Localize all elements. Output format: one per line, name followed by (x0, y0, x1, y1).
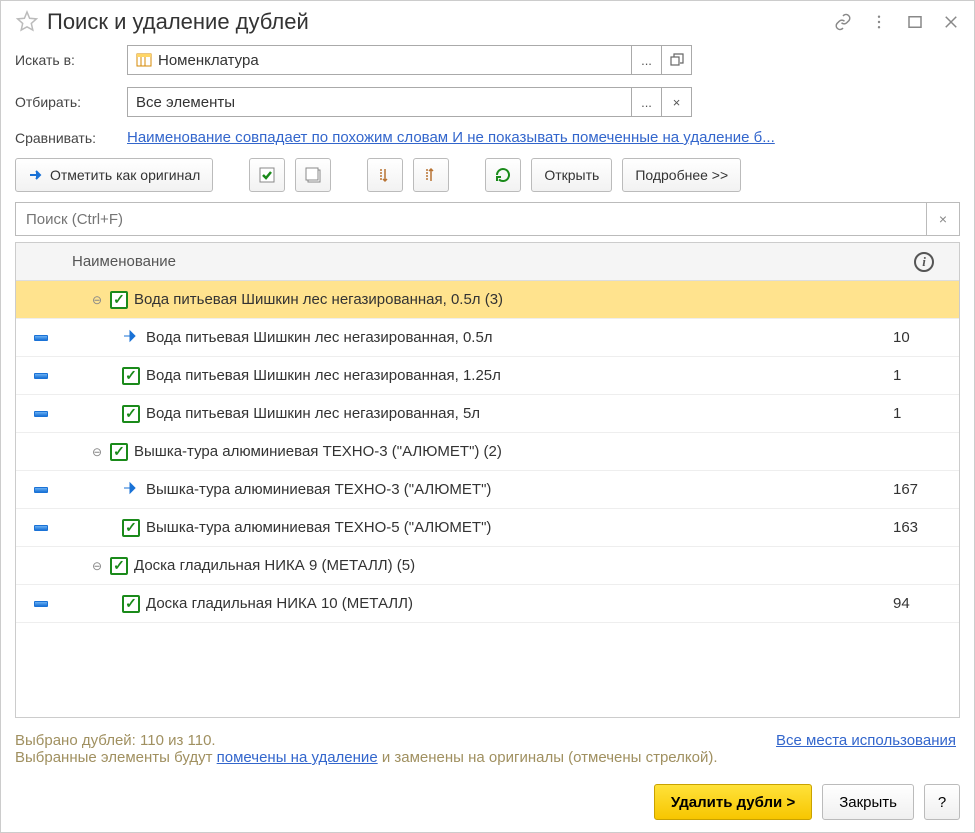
row-text: Вода питьевая Шишкин лес негазированная,… (146, 367, 501, 384)
column-header-name[interactable]: Наименование (66, 253, 889, 270)
column-header-info: i (889, 252, 959, 272)
compare-label: Сравнивать: (15, 130, 127, 146)
search-in-label: Искать в: (15, 52, 127, 68)
search-in-select-button[interactable]: ... (632, 45, 662, 75)
open-button[interactable]: Открыть (531, 158, 612, 192)
uncheck-all-button[interactable] (295, 158, 331, 192)
original-arrow-icon (122, 327, 140, 349)
row-checkbox[interactable]: ✓ (110, 443, 128, 461)
row-text: Вода питьевая Шишкин лес негазированная,… (146, 405, 480, 422)
row-text: Доска гладильная НИКА 10 (МЕТАЛЛ) (146, 595, 413, 612)
row-text: Доска гладильная НИКА 9 (МЕТАЛЛ) (5) (134, 557, 415, 574)
uncheck-all-icon (304, 166, 322, 184)
expand-toggle-icon[interactable]: ⊖ (90, 445, 104, 459)
refresh-button[interactable] (485, 158, 521, 192)
check-all-button[interactable] (249, 158, 285, 192)
row-mark-icon (34, 601, 48, 607)
arrow-right-icon (28, 167, 44, 183)
row-checkbox[interactable]: ✓ (110, 557, 128, 575)
close-button[interactable]: Закрыть (822, 784, 914, 820)
check-all-icon (258, 166, 276, 184)
table-row[interactable]: ⊖ ✓ Вышка-тура алюминиевая ТЕХНО-3 ("АЛЮМЕ… (16, 433, 959, 471)
mark-as-original-button[interactable]: Отметить как оригинал (15, 158, 213, 192)
close-icon[interactable] (942, 13, 960, 31)
row-value: 94 (889, 595, 959, 612)
row-checkbox[interactable]: ✓ (110, 291, 128, 309)
table-row[interactable]: Вышка-тура алюминиевая ТЕХНО-3 ("АЛЮМЕТ"… (16, 471, 959, 509)
duplicates-table[interactable]: Наименование i ⊖ ✓ Вода питьевая Шишкин ле… (16, 243, 959, 717)
info-icon: i (914, 252, 934, 272)
expand-toggle-icon[interactable]: ⊖ (90, 559, 104, 573)
all-usages-link[interactable]: Все места использования (776, 732, 956, 749)
row-checkbox[interactable]: ✓ (122, 405, 140, 423)
filter-label: Отбирать: (15, 94, 127, 110)
footer-desc-1: Выбранные элементы будут (15, 749, 217, 766)
filter-select-button[interactable]: ... (632, 87, 662, 117)
expand-all-icon (377, 167, 393, 183)
row-value: 163 (889, 519, 959, 536)
row-checkbox[interactable]: ✓ (122, 519, 140, 537)
row-value: 10 (889, 329, 959, 346)
refresh-icon (494, 166, 512, 184)
table-row[interactable]: Вода питьевая Шишкин лес негазированная,… (16, 319, 959, 357)
help-button[interactable]: ? (924, 784, 960, 820)
row-value: 167 (889, 481, 959, 498)
row-text: Вышка-тура алюминиевая ТЕХНО-5 ("АЛЮМЕТ"… (146, 519, 491, 536)
row-mark-icon (34, 487, 48, 493)
table-row[interactable]: ✓ Вышка-тура алюминиевая ТЕХНО-5 ("АЛЮМЕТ… (16, 509, 959, 547)
table-row[interactable]: ✓ Вода питьевая Шишкин лес негазированная… (16, 395, 959, 433)
table-row[interactable]: ✓ Доска гладильная НИКА 10 (МЕТАЛЛ) 94 (16, 585, 959, 623)
delete-duplicates-button[interactable]: Удалить дубли > (654, 784, 812, 820)
expand-all-button[interactable] (367, 158, 403, 192)
row-mark-icon (34, 373, 48, 379)
collapse-all-icon (423, 167, 439, 183)
row-mark-icon (34, 525, 48, 531)
row-value: 1 (889, 405, 959, 422)
row-checkbox[interactable]: ✓ (122, 367, 140, 385)
row-mark-icon (34, 411, 48, 417)
table-row[interactable]: ⊖ ✓ Доска гладильная НИКА 9 (МЕТАЛЛ) (5) (16, 547, 959, 585)
table-row[interactable]: ✓ Вода питьевая Шишкин лес негазированная… (16, 357, 959, 395)
favorite-star-icon[interactable] (15, 10, 39, 34)
marked-for-deletion-link[interactable]: помечены на удаление (217, 749, 378, 766)
row-mark-icon (34, 335, 48, 341)
filter-clear-button[interactable]: × (662, 87, 692, 117)
menu-dots-icon[interactable] (870, 13, 888, 31)
row-text: Вода питьевая Шишкин лес негазированная,… (134, 291, 503, 308)
compare-rules-link[interactable]: Наименование совпадает по похожим словам… (127, 129, 960, 146)
collapse-all-button[interactable] (413, 158, 449, 192)
search-clear-button[interactable]: × (926, 202, 960, 236)
search-in-field[interactable]: Номенклатура (127, 45, 632, 75)
original-arrow-icon (122, 479, 140, 501)
row-text: Вышка-тура алюминиевая ТЕХНО-3 ("АЛЮМЕТ"… (134, 443, 502, 460)
row-value: 1 (889, 367, 959, 384)
row-text: Вышка-тура алюминиевая ТЕХНО-3 ("АЛЮМЕТ"… (146, 481, 491, 498)
maximize-icon[interactable] (906, 13, 924, 31)
more-button[interactable]: Подробнее >> (622, 158, 741, 192)
search-input[interactable] (15, 202, 926, 236)
filter-field[interactable]: Все элементы (127, 87, 632, 117)
row-checkbox[interactable]: ✓ (122, 595, 140, 613)
expand-toggle-icon[interactable]: ⊖ (90, 293, 104, 307)
table-row[interactable]: ⊖ ✓ Вода питьевая Шишкин лес негазированна… (16, 281, 959, 319)
window-title: Поиск и удаление дублей (47, 9, 834, 35)
footer-desc-2: и заменены на оригиналы (отмечены стрелк… (378, 749, 718, 766)
search-in-expand-button[interactable] (662, 45, 692, 75)
link-icon[interactable] (834, 13, 852, 31)
catalog-icon (136, 52, 152, 68)
row-text: Вода питьевая Шишкин лес негазированная,… (146, 329, 493, 346)
